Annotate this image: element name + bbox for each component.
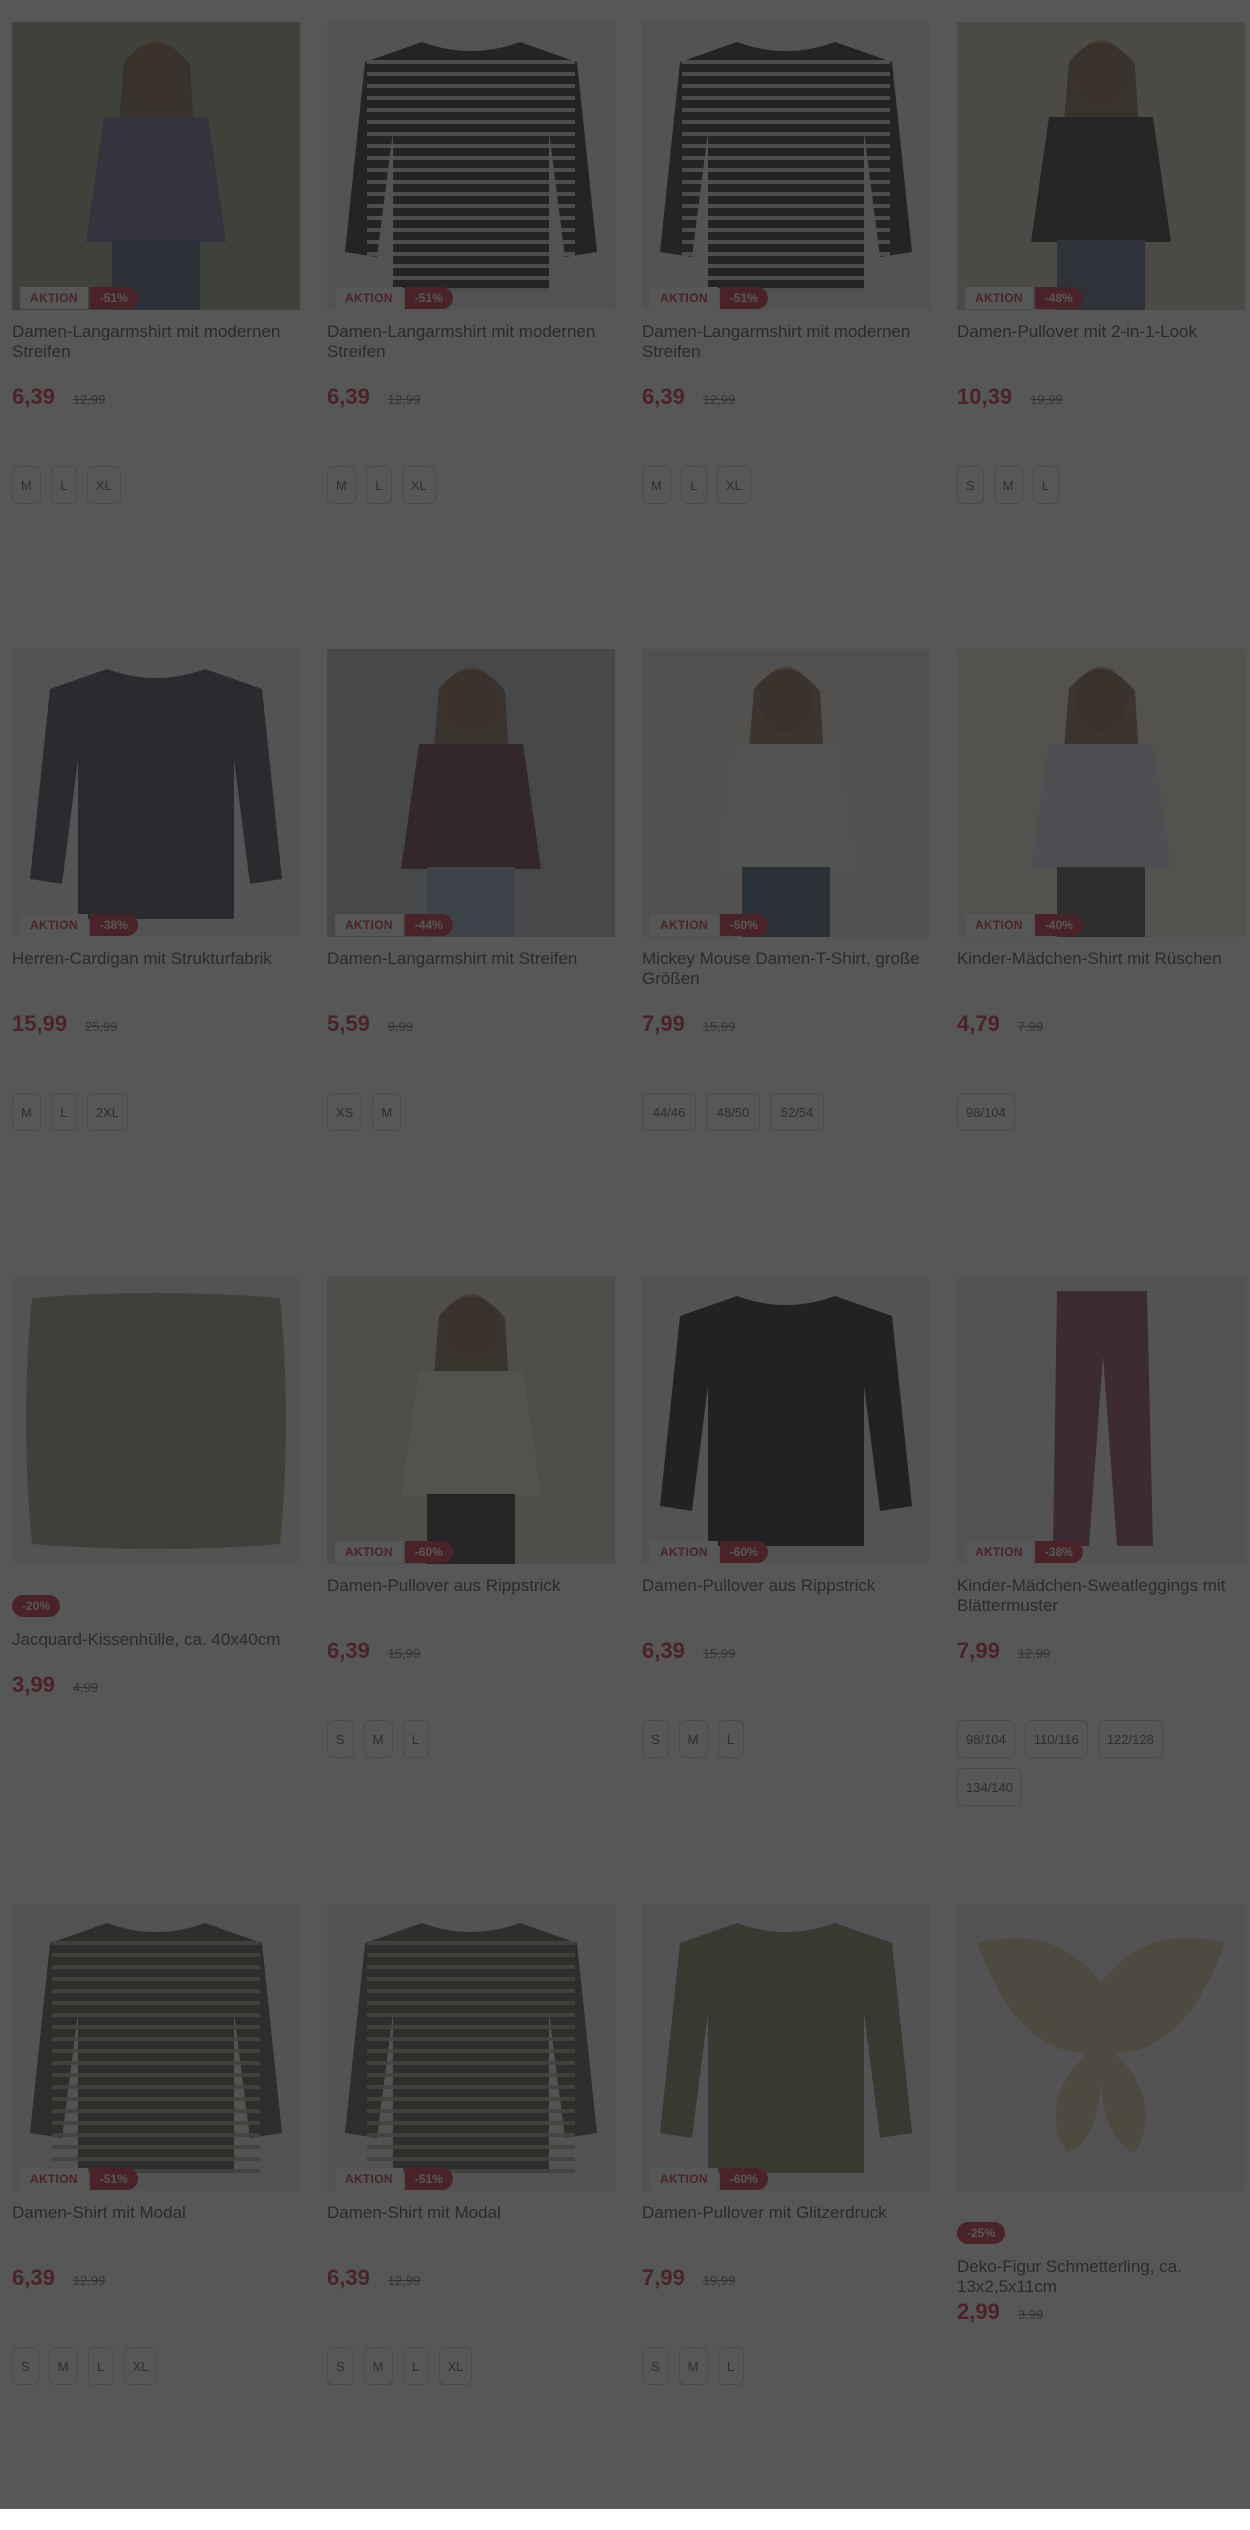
modal-backdrop-overlay[interactable] (0, 0, 1250, 2509)
